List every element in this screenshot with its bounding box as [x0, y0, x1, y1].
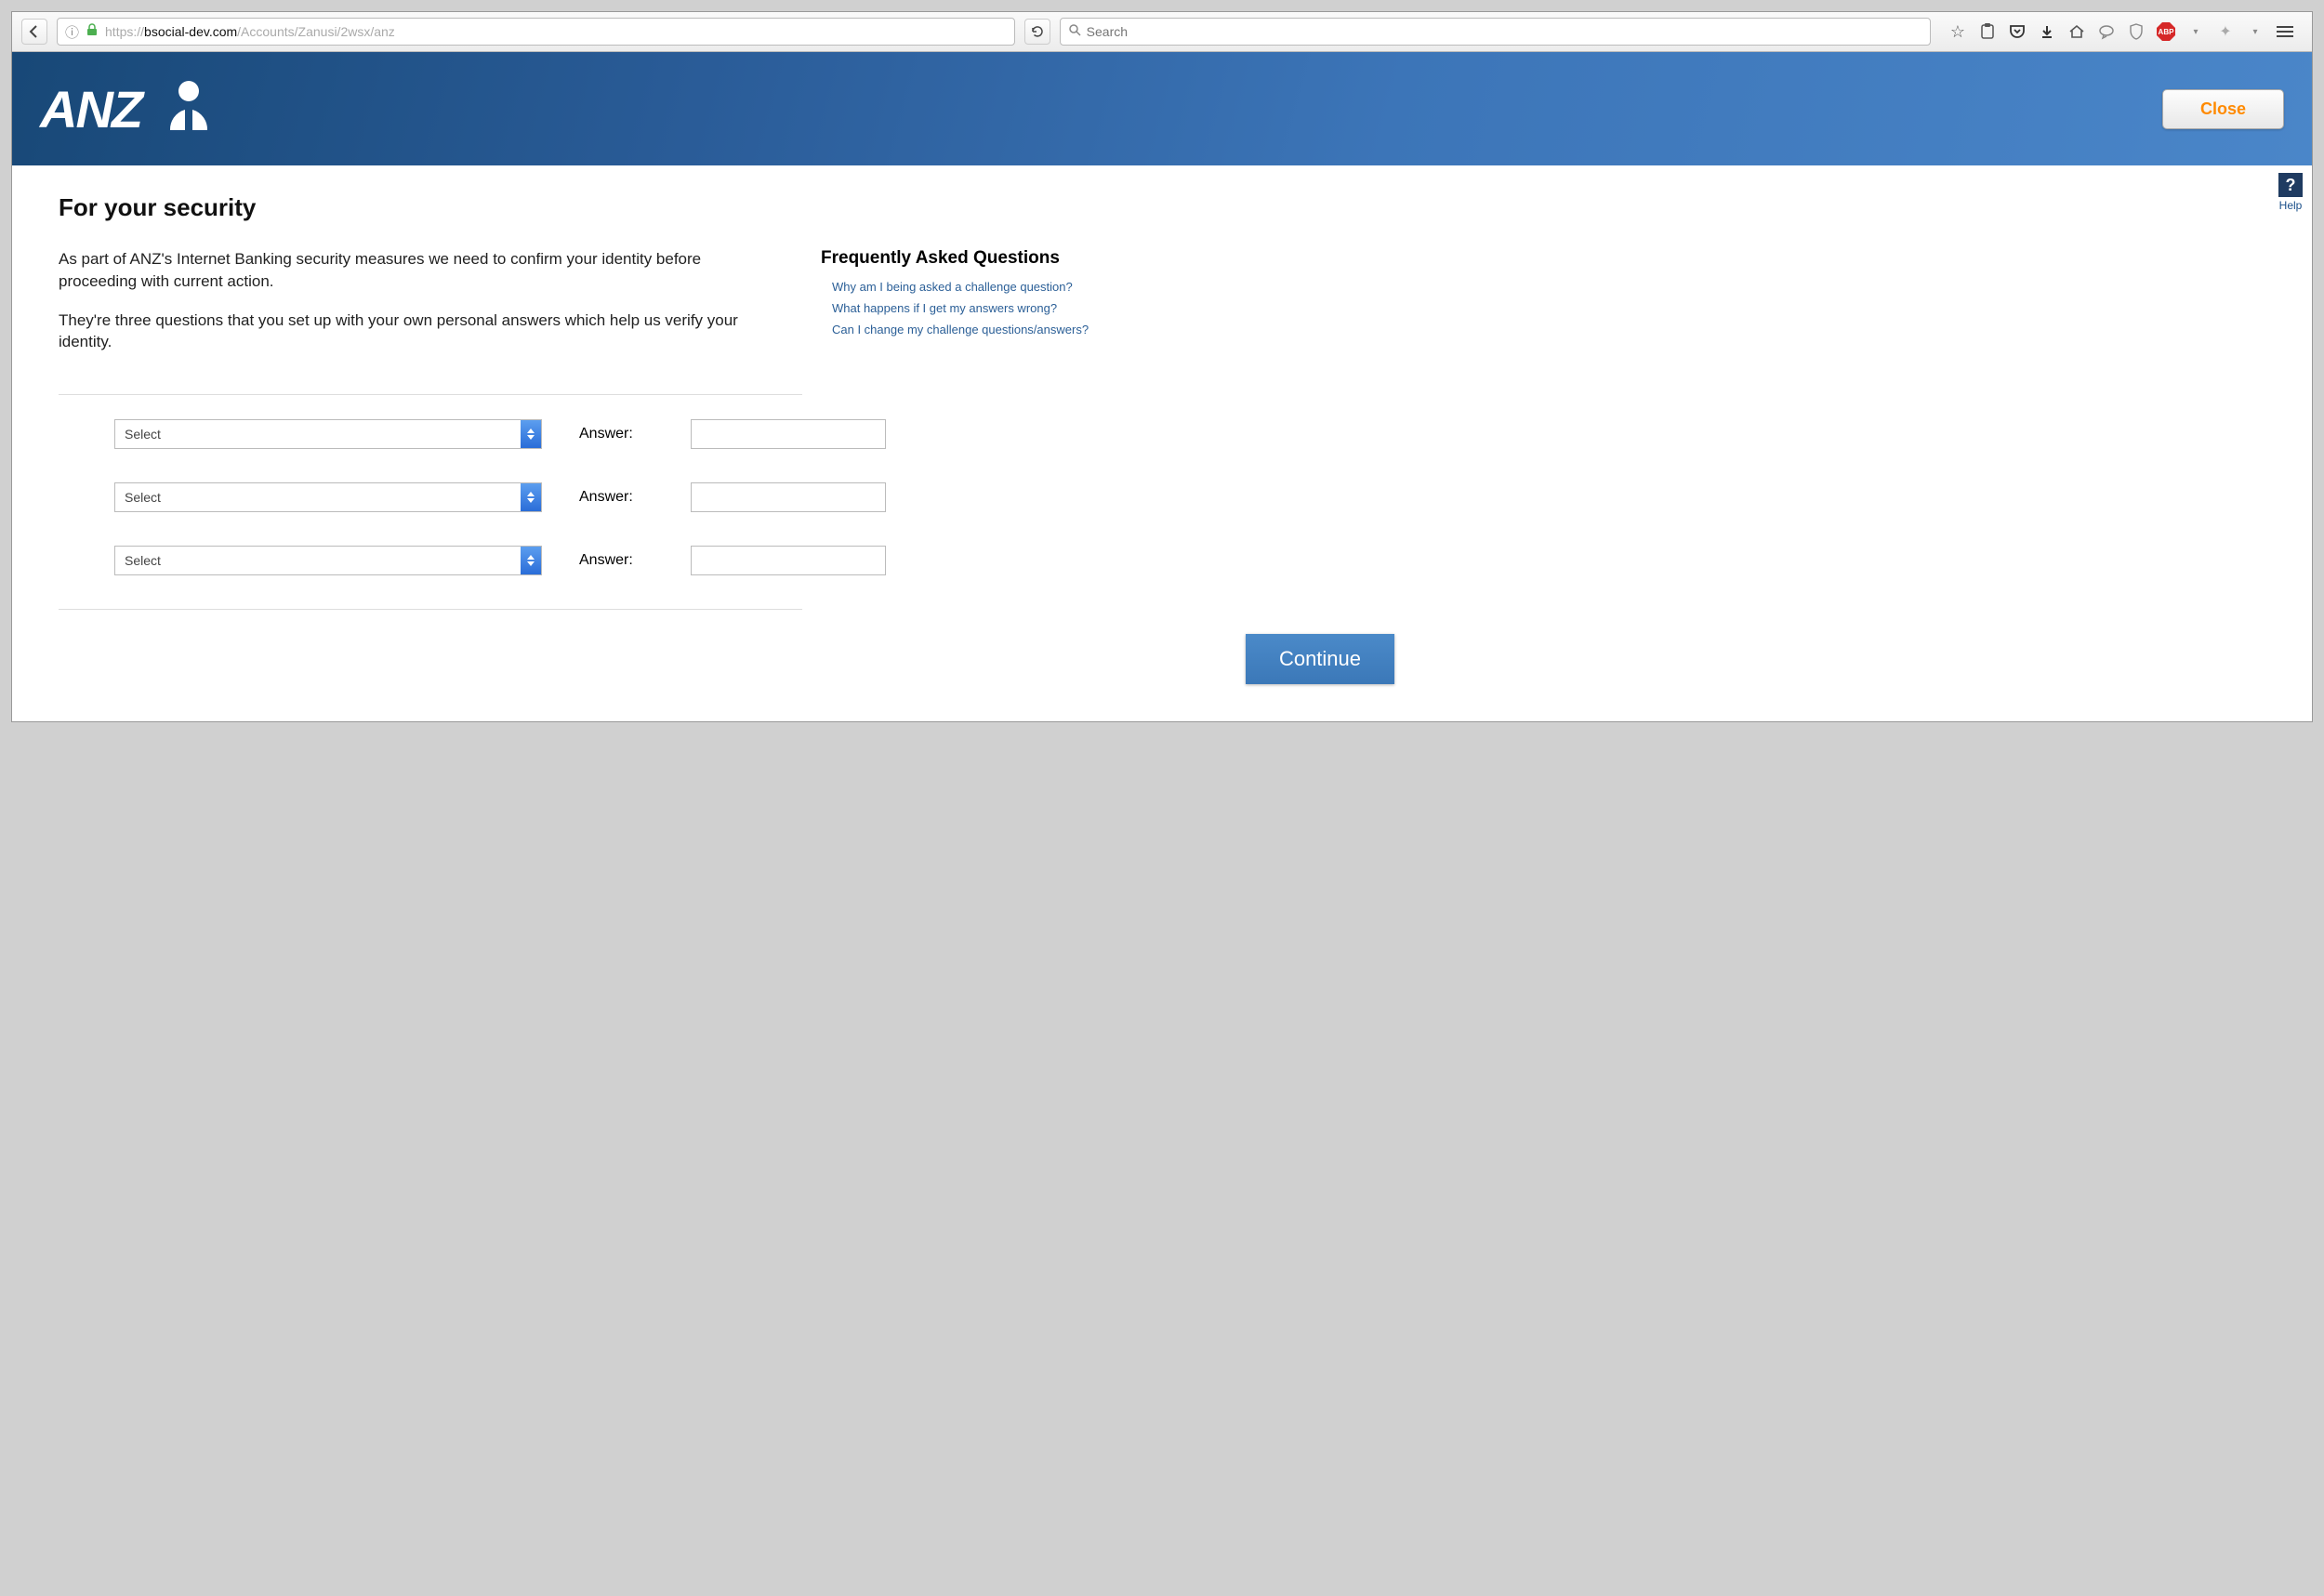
- intro-paragraph-2: They're three questions that you set up …: [59, 310, 765, 354]
- page-content: ? Help For your security As part of ANZ'…: [12, 165, 2312, 721]
- search-input[interactable]: [1087, 24, 1922, 39]
- close-button[interactable]: Close: [2162, 89, 2284, 129]
- lock-icon: [86, 23, 98, 41]
- logo: ANZ: [40, 76, 221, 141]
- select-arrows-icon: [521, 483, 541, 511]
- intro-paragraph-1: As part of ANZ's Internet Banking securi…: [59, 248, 765, 293]
- address-bar[interactable]: ⓘ https://bsocial-dev.com/Accounts/Zanus…: [57, 18, 1015, 46]
- clipboard-icon[interactable]: [1977, 21, 1998, 42]
- svg-text:ABP: ABP: [2159, 28, 2175, 36]
- adblock-icon[interactable]: ABP: [2156, 21, 2176, 42]
- challenge-form: Select Answer: Select Answer: Select: [59, 419, 2265, 575]
- search-bar[interactable]: [1060, 18, 1931, 46]
- continue-button[interactable]: Continue: [1246, 634, 1394, 684]
- answer-label: Answer:: [579, 552, 654, 569]
- separator-2: [59, 609, 802, 610]
- search-icon: [1068, 23, 1081, 41]
- question-row-2: Select Answer:: [59, 482, 2265, 512]
- page-header: ANZ Close: [12, 52, 2312, 165]
- arrow-left-icon: [27, 24, 42, 39]
- faq-link-1[interactable]: Why am I being asked a challenge questio…: [821, 276, 1155, 297]
- answer-label: Answer:: [579, 489, 654, 506]
- reload-button[interactable]: [1024, 19, 1050, 45]
- logo-text: ANZ: [40, 79, 141, 139]
- answer-label: Answer:: [579, 426, 654, 442]
- select-arrows-icon: [521, 547, 541, 574]
- reload-icon: [1030, 24, 1045, 39]
- url-text: https://bsocial-dev.com/Accounts/Zanusi/…: [105, 24, 1007, 39]
- browser-toolbar: ⓘ https://bsocial-dev.com/Accounts/Zanus…: [12, 12, 2312, 52]
- star-icon[interactable]: ☆: [1948, 21, 1968, 42]
- dropdown-icon-2[interactable]: ▾: [2245, 21, 2265, 42]
- answer-input-1[interactable]: [691, 419, 886, 449]
- help-label: Help: [2279, 199, 2303, 212]
- question-select-2[interactable]: Select: [114, 482, 542, 512]
- faq-title: Frequently Asked Questions: [821, 248, 1155, 269]
- question-select-3[interactable]: Select: [114, 546, 542, 575]
- back-button[interactable]: [21, 19, 47, 45]
- faq-link-3[interactable]: Can I change my challenge questions/answ…: [821, 319, 1155, 340]
- faq-link-2[interactable]: What happens if I get my answers wrong?: [821, 297, 1155, 319]
- menu-icon[interactable]: [2275, 21, 2295, 42]
- download-icon[interactable]: [2037, 21, 2057, 42]
- question-row-3: Select Answer:: [59, 546, 2265, 575]
- toolbar-icon-group: ☆ ABP ▾ ✦ ▾: [1940, 21, 2303, 42]
- select-value: Select: [115, 553, 161, 568]
- answer-input-3[interactable]: [691, 546, 886, 575]
- home-icon[interactable]: [2067, 21, 2087, 42]
- site-identity-icon[interactable]: ⓘ: [65, 22, 79, 42]
- browser-window: ⓘ https://bsocial-dev.com/Accounts/Zanus…: [11, 11, 2313, 722]
- faq-panel: Frequently Asked Questions Why am I bein…: [821, 248, 1155, 370]
- help-icon: ?: [2278, 173, 2303, 197]
- separator: [59, 394, 802, 395]
- dropdown-icon[interactable]: ▾: [2185, 21, 2206, 42]
- answer-input-2[interactable]: [691, 482, 886, 512]
- shield-icon[interactable]: [2126, 21, 2146, 42]
- question-row-1: Select Answer:: [59, 419, 2265, 449]
- select-value: Select: [115, 427, 161, 442]
- select-value: Select: [115, 490, 161, 505]
- help-button[interactable]: ? Help: [2278, 173, 2303, 212]
- chat-icon[interactable]: [2096, 21, 2117, 42]
- page-title: For your security: [59, 193, 2265, 222]
- logo-icon: [156, 76, 221, 141]
- select-arrows-icon: [521, 420, 541, 448]
- question-select-1[interactable]: Select: [114, 419, 542, 449]
- extension-icon[interactable]: ✦: [2215, 21, 2236, 42]
- pocket-icon[interactable]: [2007, 21, 2027, 42]
